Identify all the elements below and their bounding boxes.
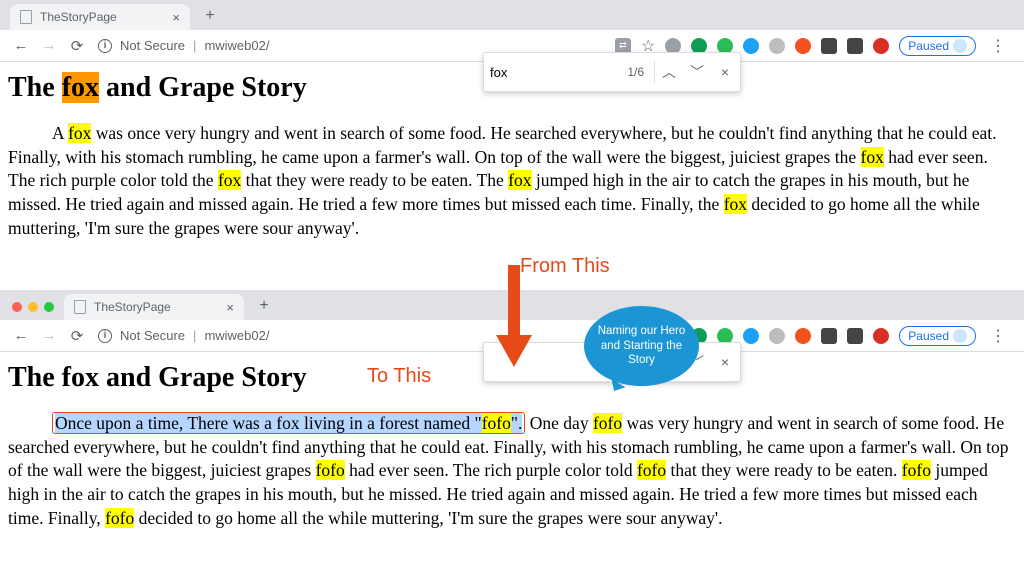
extension-icon[interactable] — [769, 38, 785, 54]
find-in-page-bar: 1/6 ︿ ﹀ × — [483, 52, 741, 92]
extension-icon[interactable] — [795, 328, 811, 344]
annotation-to-label: To This — [367, 365, 431, 388]
find-current-match: fox — [62, 72, 99, 103]
speech-bubble: Naming our Hero and Starting the Story — [584, 306, 699, 386]
story-text: One day — [525, 413, 593, 433]
maximize-window-icon[interactable] — [44, 302, 54, 312]
close-tab-icon[interactable]: × — [172, 10, 180, 25]
page-icon — [20, 10, 32, 24]
find-match: fox — [508, 170, 531, 190]
url-separator: | — [193, 38, 196, 53]
browser-tab[interactable]: TheStoryPage × — [64, 294, 244, 320]
arrow-down-icon — [494, 265, 534, 370]
story-text: was once very hungry and went in search … — [8, 123, 996, 167]
close-window-icon[interactable] — [12, 302, 22, 312]
story-paragraph: A fox was once very hungry and went in s… — [8, 122, 1016, 240]
extension-icon[interactable] — [847, 38, 863, 54]
story-text: decided to go home all the while mutteri… — [134, 508, 722, 528]
new-tab-button[interactable]: + — [198, 4, 222, 28]
url-text: mwiweb02/ — [204, 328, 269, 343]
find-match: fox — [218, 170, 241, 190]
find-match: fofo — [637, 460, 666, 480]
find-match: fofo — [902, 460, 931, 480]
story-text: had ever seen. The rich purple color tol… — [345, 460, 637, 480]
url-text: mwiweb02/ — [204, 38, 269, 53]
back-button[interactable]: ← — [8, 33, 34, 59]
find-prev-button[interactable]: ︿ — [655, 62, 683, 82]
find-count: 1/6 — [604, 65, 644, 79]
bubble-text: Naming our Hero and Starting the Story — [590, 324, 693, 367]
tab-title: TheStoryPage — [94, 300, 171, 314]
tab-strip: TheStoryPage × + — [0, 0, 1024, 30]
extension-icon[interactable] — [795, 38, 811, 54]
page-icon — [74, 300, 86, 314]
annotation-highlight-box: Once upon a time, There was a fox living… — [52, 412, 525, 434]
story-text: that they were ready to be eaten. The — [241, 170, 508, 190]
browser-tab[interactable]: TheStoryPage × — [10, 4, 190, 30]
tab-title: TheStoryPage — [40, 10, 117, 24]
insecure-label: Not Secure — [120, 38, 185, 53]
find-match: fox — [861, 147, 884, 167]
extension-icon[interactable] — [769, 328, 785, 344]
url-separator: | — [193, 328, 196, 343]
profile-avatar-icon — [953, 329, 967, 343]
find-close-button[interactable]: × — [711, 64, 739, 80]
extension-icon[interactable] — [743, 38, 759, 54]
forward-button[interactable]: → — [36, 323, 62, 349]
back-button[interactable]: ← — [8, 323, 34, 349]
find-next-button[interactable]: ﹀ — [683, 62, 711, 82]
find-match: fox — [68, 123, 91, 143]
extension-icon[interactable] — [873, 328, 889, 344]
kebab-menu-icon[interactable]: ⋮ — [986, 326, 1010, 346]
find-match: fofo — [593, 413, 622, 433]
find-match: fox — [724, 194, 747, 214]
info-icon[interactable]: i — [98, 39, 112, 53]
find-match: fofo — [316, 460, 345, 480]
browser-top: TheStoryPage × + ← → ⟳ i Not Secure | mw… — [0, 0, 1024, 285]
extension-icon[interactable] — [873, 38, 889, 54]
find-close-button[interactable]: × — [711, 354, 739, 370]
paused-label: Paused — [908, 39, 949, 53]
extension-icon[interactable] — [743, 328, 759, 344]
paused-label: Paused — [908, 329, 949, 343]
omnibox[interactable]: i Not Secure | mwiweb02/ — [98, 328, 269, 343]
story-text: ". — [511, 413, 523, 433]
reload-button[interactable]: ⟳ — [64, 323, 90, 349]
find-input[interactable] — [484, 61, 604, 84]
story-text: A — [52, 123, 68, 143]
selection-highlight: Once upon a time, There was a fox living… — [55, 413, 522, 433]
extension-icon[interactable] — [821, 38, 837, 54]
story-paragraph: Once upon a time, There was a fox living… — [8, 412, 1016, 530]
window-controls — [12, 302, 54, 312]
extension-icon[interactable] — [821, 328, 837, 344]
close-tab-icon[interactable]: × — [226, 300, 234, 315]
story-text: that they were ready to be eaten. — [666, 460, 902, 480]
profile-paused-button[interactable]: Paused — [899, 36, 976, 56]
kebab-menu-icon[interactable]: ⋮ — [986, 36, 1010, 56]
extension-icon[interactable] — [847, 328, 863, 344]
forward-button[interactable]: → — [36, 33, 62, 59]
profile-paused-button[interactable]: Paused — [899, 326, 976, 346]
find-match: fofo — [105, 508, 134, 528]
find-match: fofo — [482, 413, 511, 433]
minimize-window-icon[interactable] — [28, 302, 38, 312]
insecure-label: Not Secure — [120, 328, 185, 343]
heading-text: The — [8, 72, 62, 103]
heading-text: and Grape Story — [99, 72, 307, 103]
story-text: Once upon a time, There was a fox living… — [55, 413, 482, 433]
reload-button[interactable]: ⟳ — [64, 33, 90, 59]
info-icon[interactable]: i — [98, 329, 112, 343]
omnibox[interactable]: i Not Secure | mwiweb02/ — [98, 38, 269, 53]
profile-avatar-icon — [953, 39, 967, 53]
new-tab-button[interactable]: + — [252, 294, 276, 318]
